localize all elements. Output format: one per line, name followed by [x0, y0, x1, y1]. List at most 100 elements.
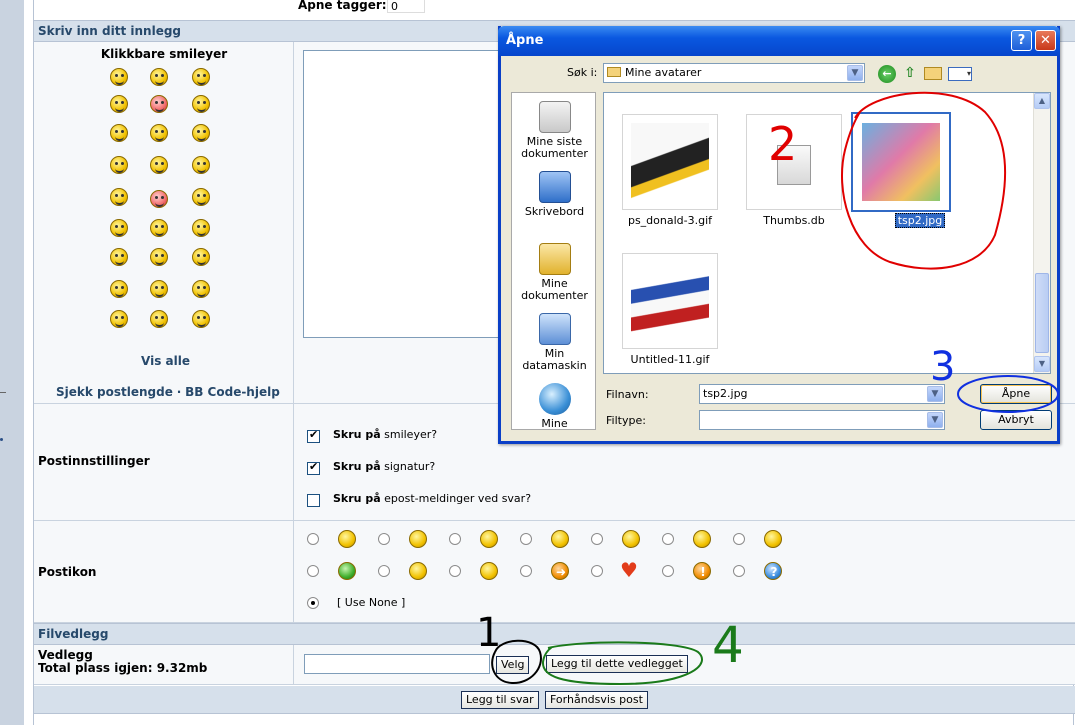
smiley-icon[interactable]: [192, 156, 210, 174]
submit-reply-button[interactable]: Legg til svar: [461, 691, 539, 709]
place-network[interactable]: Mine: [512, 383, 597, 430]
use-none-label: [ Use None ]: [337, 596, 406, 609]
scroll-down-icon[interactable]: ▼: [1034, 356, 1050, 372]
smiley-icon[interactable]: [192, 310, 210, 328]
attachment-file-input[interactable]: [304, 654, 490, 674]
enable-email-checkbox[interactable]: [307, 494, 320, 507]
scroll-up-icon[interactable]: ▲: [1034, 93, 1050, 109]
file-name[interactable]: ps_donald-3.gif: [610, 214, 730, 227]
chevron-down-icon[interactable]: ▼: [927, 412, 943, 428]
posticon-radio[interactable]: [733, 565, 745, 577]
posticon-radio[interactable]: [662, 565, 674, 577]
smiley-icon[interactable]: [150, 68, 168, 86]
smiley-icon[interactable]: [150, 190, 168, 208]
smiley-icon[interactable]: [110, 95, 128, 113]
new-folder-icon[interactable]: [924, 67, 942, 80]
smiley-icon[interactable]: [192, 68, 210, 86]
place-my-documents[interactable]: Mine dokumenter: [512, 243, 597, 302]
smiley-icon[interactable]: [150, 310, 168, 328]
smiley-icon[interactable]: [110, 188, 128, 206]
donald-thumbnail: [631, 123, 709, 201]
file-thumb[interactable]: [622, 114, 718, 210]
smiley-icon[interactable]: [110, 124, 128, 142]
back-icon[interactable]: ←: [878, 65, 896, 83]
posticon-radio[interactable]: [591, 533, 603, 545]
attachment-row: Vedlegg Total plass igjen: 9.32mb Velg L…: [34, 645, 1075, 685]
post-icon-row: Postikon ➜ ♥ ! ? [ Use None ]: [34, 521, 1075, 623]
arrow-posticon-icon: ➜: [551, 562, 569, 580]
enable-signature-checkbox[interactable]: [307, 460, 320, 475]
left-frame-bar: [0, 0, 24, 725]
smiley-icon[interactable]: [110, 280, 128, 298]
file-thumb[interactable]: [622, 253, 718, 349]
place-recent-documents[interactable]: Mine siste dokumenter: [512, 101, 597, 160]
choose-file-button[interactable]: Velg: [496, 656, 530, 674]
posticon-radio[interactable]: [378, 533, 390, 545]
posticon-radio[interactable]: [662, 533, 674, 545]
smiley-icon[interactable]: [150, 219, 168, 237]
question-posticon-icon: ?: [764, 562, 782, 580]
view-menu-icon[interactable]: ▾: [948, 67, 972, 81]
filetype-select[interactable]: ▼: [699, 410, 945, 430]
chevron-down-icon[interactable]: ▼: [927, 386, 943, 402]
enable-smileys-label: Skru på smileyer?: [333, 428, 438, 441]
smiley-icon[interactable]: [110, 310, 128, 328]
smiley-icon[interactable]: [110, 219, 128, 237]
my-documents-icon: [538, 243, 571, 275]
posticon-radio[interactable]: [307, 565, 319, 577]
file-name[interactable]: Thumbs.db: [734, 214, 854, 227]
help-button[interactable]: ?: [1011, 30, 1032, 51]
use-none-radio[interactable]: [307, 597, 319, 609]
close-button[interactable]: ✕: [1035, 30, 1056, 51]
dialog-titlebar[interactable]: Åpne ? ✕: [498, 26, 1060, 56]
open-button[interactable]: Åpne: [980, 384, 1052, 404]
enable-smileys-checkbox[interactable]: [307, 428, 320, 443]
add-attachment-button[interactable]: Legg til dette vedlegget: [546, 655, 688, 673]
file-name-selected[interactable]: tsp2.jpg: [860, 213, 980, 228]
chevron-down-icon[interactable]: ▼: [847, 65, 863, 81]
look-in-combo[interactable]: Mine avatarer ▼: [603, 63, 865, 83]
submit-row: Legg til svar Forhåndsvis post: [34, 686, 1075, 714]
posticon-radio[interactable]: [378, 565, 390, 577]
posticon-radio[interactable]: [520, 533, 532, 545]
smiley-icon[interactable]: [192, 248, 210, 266]
smiley-icon[interactable]: [150, 248, 168, 266]
preview-post-button[interactable]: Forhåndsvis post: [545, 691, 648, 709]
tsp-thumbnail: [862, 123, 940, 201]
smiley-icon[interactable]: [150, 95, 168, 113]
file-thumb[interactable]: [746, 114, 842, 210]
up-folder-icon[interactable]: ⇧: [901, 65, 919, 83]
smiley-icon[interactable]: [150, 280, 168, 298]
smiley-icon[interactable]: [110, 248, 128, 266]
smiley-icon[interactable]: [150, 124, 168, 142]
smiley-icon[interactable]: [150, 156, 168, 174]
file-name[interactable]: Untitled-11.gif: [610, 353, 730, 366]
bbcode-help-link[interactable]: BB Code-hjelp: [185, 385, 280, 399]
smiley-icon[interactable]: [192, 124, 210, 142]
scroll-thumb[interactable]: [1035, 273, 1049, 353]
smiley-icon[interactable]: [192, 95, 210, 113]
smiley-icon[interactable]: [192, 219, 210, 237]
place-my-computer[interactable]: Min datamaskin: [512, 313, 597, 372]
posticon-radio[interactable]: [591, 565, 603, 577]
posticon-radio[interactable]: [733, 533, 745, 545]
file-list-scrollbar[interactable]: ▲ ▼: [1033, 93, 1050, 373]
compose-links: Sjekk postlengde · BB Code-hjelp: [56, 385, 280, 399]
smiley-icon[interactable]: [192, 280, 210, 298]
smiley-icon[interactable]: [110, 68, 128, 86]
posticon-radio[interactable]: [520, 565, 532, 577]
smiley-icon[interactable]: [192, 188, 210, 206]
file-thumb-selected[interactable]: [851, 112, 951, 212]
cancel-button[interactable]: Avbryt: [980, 410, 1052, 430]
open-file-dialog: Åpne ? ✕ Søk i: Mine avatarer ▼ ← ⇧ ▾ Mi…: [498, 26, 1060, 444]
system-file-icon: [777, 145, 811, 185]
show-all-smileys-link[interactable]: Vis alle: [141, 354, 190, 368]
attachments-section-header: Filvedlegg: [34, 623, 1075, 645]
place-desktop[interactable]: Skrivebord: [512, 171, 597, 218]
smiley-icon[interactable]: [110, 156, 128, 174]
check-length-link[interactable]: Sjekk postlengde: [56, 385, 173, 399]
posticon-radio[interactable]: [449, 565, 461, 577]
posticon-radio[interactable]: [307, 533, 319, 545]
posticon-radio[interactable]: [449, 533, 461, 545]
filename-input[interactable]: tsp2.jpg ▼: [699, 384, 945, 404]
